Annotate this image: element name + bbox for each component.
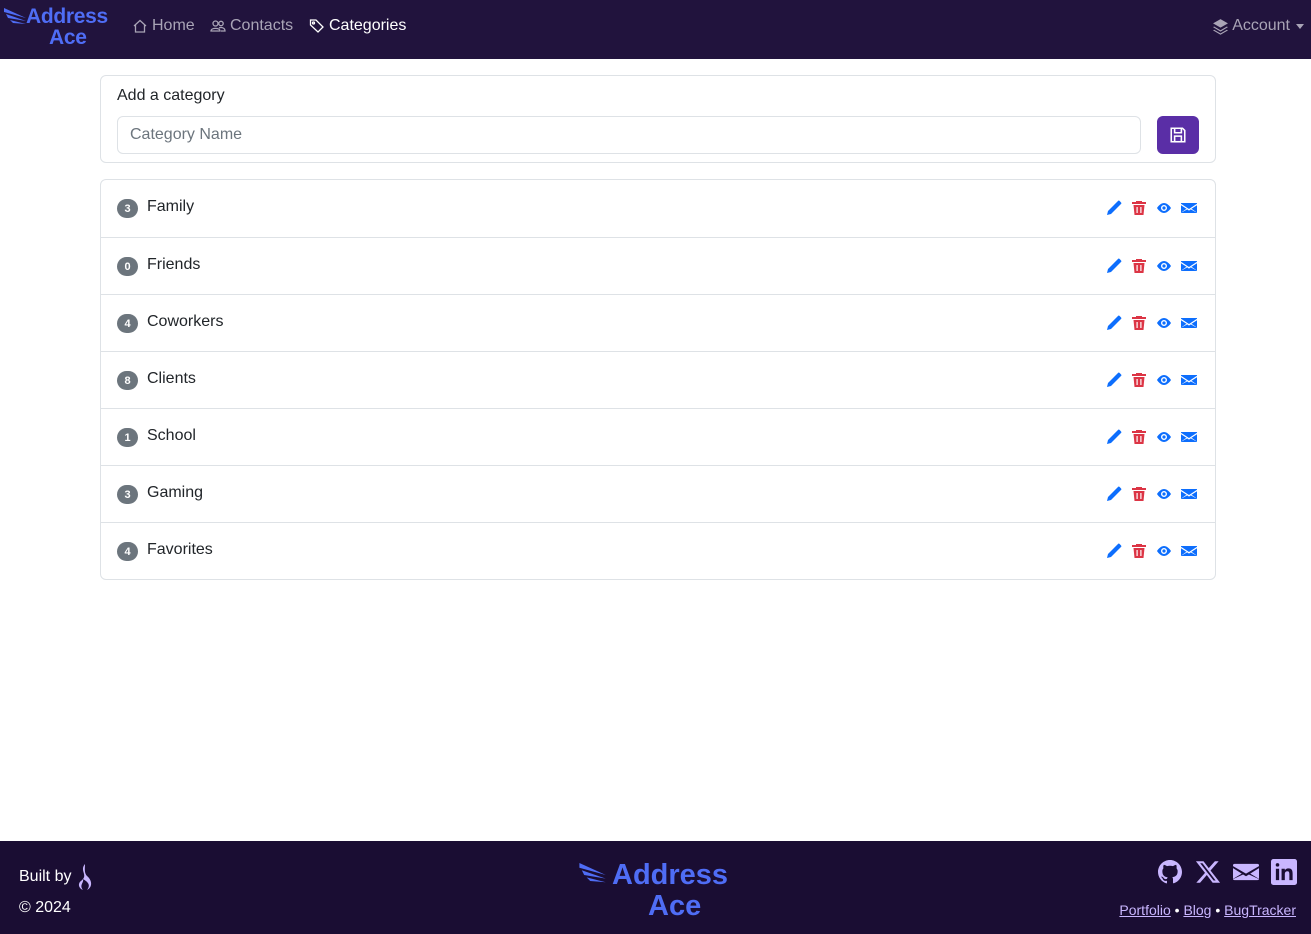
pencil-icon[interactable] — [1105, 428, 1122, 445]
x-icon[interactable] — [1195, 859, 1221, 885]
contact-count-badge: 4 — [117, 314, 138, 333]
caret-down-icon — [1296, 23, 1304, 29]
eye-icon[interactable] — [1155, 428, 1172, 445]
category-row: 4 Favorites — [101, 522, 1215, 579]
social-links — [1157, 859, 1297, 885]
envelope-icon[interactable] — [1180, 371, 1197, 388]
category-row: 4 Coworkers — [101, 294, 1215, 351]
trash-icon[interactable] — [1130, 257, 1147, 274]
separator: • — [1215, 902, 1221, 918]
envelope-icon[interactable] — [1180, 314, 1197, 331]
footer-links: Portfolio • Blog • BugTracker — [1119, 902, 1296, 918]
row-actions — [1105, 428, 1197, 445]
nav-home-label: Home — [152, 17, 195, 34]
row-actions — [1105, 314, 1197, 331]
save-category-button[interactable] — [1157, 116, 1199, 154]
footer-brand-line1: Address — [612, 859, 729, 891]
pencil-icon[interactable] — [1105, 199, 1122, 216]
footer-brand-logo: Address Ace — [579, 859, 739, 922]
built-by-label: Built by — [19, 868, 72, 885]
nav-contacts-label: Contacts — [230, 17, 294, 34]
eye-icon[interactable] — [1155, 314, 1172, 331]
trash-icon[interactable] — [1130, 485, 1147, 502]
nav-contacts[interactable]: Contacts — [210, 15, 293, 37]
contact-count-badge: 4 — [117, 542, 138, 561]
envelope-icon[interactable] — [1180, 199, 1197, 216]
category-row: 8 Clients — [101, 351, 1215, 408]
trash-icon[interactable] — [1130, 314, 1147, 331]
row-actions — [1105, 199, 1197, 216]
nav-categories[interactable]: Categories — [309, 15, 406, 37]
row-actions — [1105, 485, 1197, 502]
category-list: 3 Family 0 Friends 4 Coworkers 8 Clients 1 School… — [100, 179, 1216, 580]
contact-count-badge: 3 — [117, 485, 138, 504]
wing-icon — [579, 863, 606, 883]
category-name: Friends — [147, 256, 201, 273]
built-by: Built by — [19, 863, 95, 891]
nav-categories-label: Categories — [329, 17, 407, 34]
pencil-icon[interactable] — [1105, 542, 1122, 559]
pencil-icon[interactable] — [1105, 485, 1122, 502]
floppy-disk-icon — [1170, 127, 1186, 143]
category-name: Favorites — [147, 541, 213, 558]
contact-count-badge: 0 — [117, 257, 138, 276]
account-label: Account — [1232, 17, 1290, 34]
contact-count-badge: 8 — [117, 371, 138, 390]
envelope-icon[interactable] — [1180, 428, 1197, 445]
envelope-icon[interactable] — [1180, 485, 1197, 502]
people-icon — [210, 20, 226, 32]
row-actions — [1105, 257, 1197, 274]
footer-brand-line2: Ace — [648, 890, 702, 922]
eye-icon[interactable] — [1155, 371, 1172, 388]
separator: • — [1174, 902, 1180, 918]
contact-count-badge: 3 — [117, 199, 138, 218]
category-row: 3 Family — [101, 180, 1215, 237]
contact-count-badge: 1 — [117, 428, 138, 447]
footer: Built by © 2024 Address Ace Portfolio • … — [0, 841, 1311, 934]
copyright: © 2024 — [19, 899, 71, 916]
add-category-card: Add a category — [100, 75, 1216, 163]
nav-home[interactable]: Home — [132, 15, 195, 37]
github-icon[interactable] — [1157, 859, 1183, 885]
category-name: Clients — [147, 370, 196, 387]
envelope-icon[interactable] — [1180, 257, 1197, 274]
category-name: School — [147, 427, 196, 444]
category-row: 1 School — [101, 408, 1215, 465]
account-dropdown[interactable]: Account — [1212, 15, 1304, 37]
trash-icon[interactable] — [1130, 199, 1147, 216]
category-name: Coworkers — [147, 313, 224, 330]
category-row: 3 Gaming — [101, 465, 1215, 522]
portfolio-link[interactable]: Portfolio — [1119, 902, 1170, 918]
house-icon — [133, 19, 147, 33]
brand-line2: Ace — [49, 26, 87, 49]
add-category-title: Add a category — [117, 87, 225, 104]
row-actions — [1105, 371, 1197, 388]
category-row: 0 Friends — [101, 237, 1215, 294]
flame-logo-icon[interactable] — [75, 863, 95, 891]
tags-icon — [309, 19, 324, 33]
brand-logo[interactable]: Address Ace — [4, 5, 110, 51]
eye-icon[interactable] — [1155, 257, 1172, 274]
trash-icon[interactable] — [1130, 371, 1147, 388]
trash-icon[interactable] — [1130, 542, 1147, 559]
pencil-icon[interactable] — [1105, 257, 1122, 274]
blog-link[interactable]: Blog — [1183, 902, 1211, 918]
envelope-icon[interactable] — [1233, 859, 1259, 885]
eye-icon[interactable] — [1155, 199, 1172, 216]
category-name-input[interactable] — [117, 116, 1141, 154]
pencil-icon[interactable] — [1105, 314, 1122, 331]
linkedin-icon[interactable] — [1271, 859, 1297, 885]
trash-icon[interactable] — [1130, 428, 1147, 445]
pencil-icon[interactable] — [1105, 371, 1122, 388]
category-name: Gaming — [147, 484, 204, 501]
layers-icon — [1213, 18, 1229, 35]
category-name: Family — [147, 198, 195, 215]
navbar: Address Ace Home Contacts Categories Acc… — [0, 0, 1311, 59]
eye-icon[interactable] — [1155, 542, 1172, 559]
row-actions — [1105, 542, 1197, 559]
envelope-icon[interactable] — [1180, 542, 1197, 559]
eye-icon[interactable] — [1155, 485, 1172, 502]
bugtracker-link[interactable]: BugTracker — [1224, 902, 1296, 918]
